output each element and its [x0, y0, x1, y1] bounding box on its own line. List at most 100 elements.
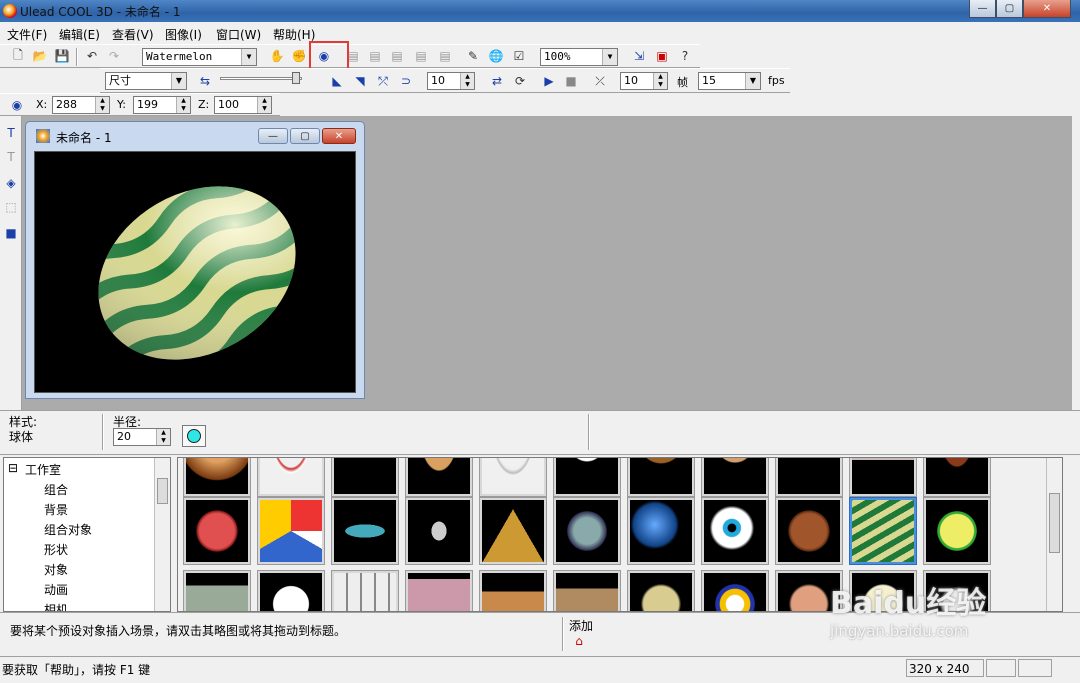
thumb-frame[interactable]: [405, 570, 473, 611]
scale-icon[interactable]: ⇆: [196, 72, 214, 90]
ping-pong-icon[interactable]: ⇄: [488, 72, 506, 90]
export-icon[interactable]: ⇲: [630, 47, 648, 65]
key-frame-icon[interactable]: ◣: [328, 72, 346, 90]
thumb-wood-block[interactable]: [479, 570, 547, 611]
thumb-snowman[interactable]: [553, 458, 621, 497]
thumb-earth[interactable]: [627, 497, 695, 565]
add-icon[interactable]: ⌂: [570, 632, 588, 650]
bevel-icon-2[interactable]: ▤: [366, 47, 384, 65]
tree-item[interactable]: 组合对象: [44, 521, 92, 538]
zoom-select[interactable]: 100% ▼: [540, 48, 618, 66]
thumb-letter-cube[interactable]: [183, 570, 251, 611]
tree-item[interactable]: 形状: [44, 541, 68, 558]
rotate-hand-icon[interactable]: ✊: [290, 47, 308, 65]
position-mode-icon[interactable]: ◉: [8, 96, 26, 114]
object-select[interactable]: Watermelon ▼: [142, 48, 257, 66]
thumb-cheese[interactable]: [627, 570, 695, 611]
bevel-icon-3[interactable]: ▤: [388, 47, 406, 65]
size-slider-track[interactable]: [220, 77, 302, 80]
context-help-icon[interactable]: ?: [676, 47, 694, 65]
size-slider-thumb[interactable]: [292, 72, 300, 84]
reverse-icon[interactable]: ◥: [351, 72, 369, 90]
minimize-button[interactable]: —: [969, 0, 996, 18]
thumb-football[interactable]: [923, 458, 991, 497]
thumb-donut[interactable]: [183, 458, 251, 497]
scroll-thumb[interactable]: [1049, 493, 1060, 553]
tree-item[interactable]: 组合: [44, 481, 68, 498]
chart-icon[interactable]: ☑: [510, 47, 528, 65]
cube-icon[interactable]: ■: [2, 224, 20, 242]
doc-minimize-button[interactable]: —: [258, 128, 288, 144]
thumb-ufo[interactable]: [331, 497, 399, 565]
loop-icon[interactable]: ⊃: [397, 72, 415, 90]
thumb-eyeball[interactable]: [701, 497, 769, 565]
tree-root[interactable]: 工作室: [25, 461, 61, 478]
thumb-wood-disc[interactable]: [405, 458, 473, 497]
hand-move-icon[interactable]: ✋: [268, 47, 286, 65]
y-spinner[interactable]: 199 ▲ ▼: [133, 96, 191, 114]
z-spinner[interactable]: 100 ▲ ▼: [214, 96, 272, 114]
insert-geometry-icon[interactable]: ◈: [2, 174, 20, 192]
thumb-dice[interactable]: [257, 570, 325, 611]
bevel-icon-5[interactable]: ▤: [436, 47, 454, 65]
thumb-mountain-globe[interactable]: [553, 497, 621, 565]
thumb-box[interactable]: [775, 458, 843, 497]
menu-file[interactable]: 文件(F): [7, 26, 47, 43]
globe-icon[interactable]: 🌐: [487, 47, 505, 65]
doc-maximize-button[interactable]: ▢: [290, 128, 320, 144]
frames-select[interactable]: 15 ▼: [698, 72, 761, 90]
edit-text-icon[interactable]: T: [2, 148, 20, 166]
tree-scrollbar[interactable]: [154, 458, 170, 611]
thumb-first-medal[interactable]: [701, 570, 769, 611]
menu-edit[interactable]: 编辑(E): [59, 26, 100, 43]
tree-item[interactable]: 对象: [44, 561, 68, 578]
thumb-necklace[interactable]: [257, 458, 325, 497]
tree-item[interactable]: 背景: [44, 501, 68, 518]
thumb-green-cone[interactable]: [331, 458, 399, 497]
play-icon[interactable]: ▶: [540, 72, 558, 90]
value-a-spinner[interactable]: 10 ▲ ▼: [427, 72, 475, 90]
value-b-spinner[interactable]: 10 ▲ ▼: [620, 72, 668, 90]
thumb-sand-tile[interactable]: [553, 570, 621, 611]
3d-viewport[interactable]: [34, 151, 356, 393]
menu-window[interactable]: 窗口(W): [216, 26, 261, 43]
tree-item[interactable]: 相机: [44, 601, 68, 611]
smooth-icon[interactable]: ⤫: [591, 72, 609, 90]
thumb-pyramid-face[interactable]: [479, 497, 547, 565]
bevel-icon-4[interactable]: ▤: [412, 47, 430, 65]
gallery-icon[interactable]: ▣: [653, 47, 671, 65]
save-icon[interactable]: 💾: [53, 47, 71, 65]
redo-icon[interactable]: ↷: [105, 47, 123, 65]
thumb-cube[interactable]: [849, 458, 917, 497]
light-icon[interactable]: ✎: [464, 47, 482, 65]
thumb-teddy[interactable]: [701, 458, 769, 497]
size-select[interactable]: 尺寸 ▼: [105, 72, 187, 90]
menu-view[interactable]: 查看(V): [112, 26, 154, 43]
open-folder-icon[interactable]: 📂: [31, 47, 49, 65]
document-window[interactable]: 未命名 - 1 — ▢ ✕: [25, 121, 365, 399]
thumb-watermelon[interactable]: [849, 497, 917, 565]
thumb-pearls[interactable]: [479, 458, 547, 497]
new-file-icon[interactable]: 🗋: [9, 47, 27, 65]
color-button[interactable]: [182, 425, 206, 447]
thumb-rubik-cube[interactable]: [331, 570, 399, 611]
radius-spinner[interactable]: 20 ▲ ▼: [113, 428, 171, 446]
watermelon-object[interactable]: [35, 152, 356, 393]
collapse-icon[interactable]: ⊟: [8, 461, 18, 475]
close-button[interactable]: ✕: [1023, 0, 1071, 18]
repeat-icon[interactable]: ⟳: [511, 72, 529, 90]
maximize-button[interactable]: ▢: [996, 0, 1023, 18]
tree-item[interactable]: 动画: [44, 581, 68, 598]
thumb-diamond[interactable]: [405, 497, 473, 565]
x-spinner[interactable]: 288 ▲ ▼: [52, 96, 110, 114]
stop-icon[interactable]: ■: [562, 72, 580, 90]
scroll-thumb[interactable]: [157, 478, 168, 504]
select-icon[interactable]: ⬚: [2, 198, 20, 216]
thumb-lime[interactable]: [923, 497, 991, 565]
undo-icon[interactable]: ↶: [83, 47, 101, 65]
thumb-beach-ball[interactable]: [257, 497, 325, 565]
flip-icon[interactable]: ⤱: [374, 72, 392, 90]
menu-image[interactable]: 图像(I): [165, 26, 202, 43]
doc-close-button[interactable]: ✕: [322, 128, 356, 144]
thumb-basketball[interactable]: [183, 497, 251, 565]
